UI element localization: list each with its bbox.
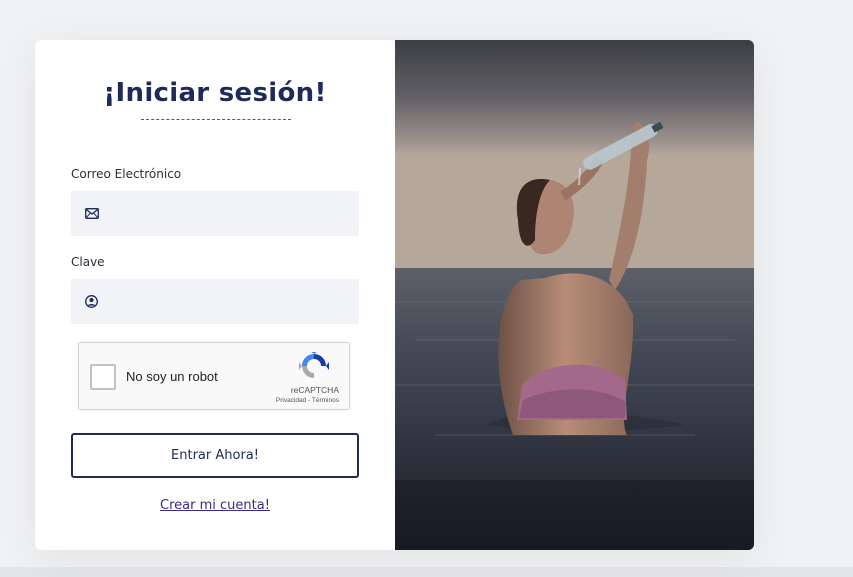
page-title: ¡Iniciar sesión! xyxy=(103,78,327,108)
password-label: Clave xyxy=(71,255,105,269)
recaptcha-widget: No soy un robot reCAPTCHA Privacidad - T… xyxy=(78,342,350,410)
envelope-icon xyxy=(85,208,99,219)
recaptcha-logo-icon xyxy=(298,351,330,386)
recaptcha-checkbox-label: No soy un robot xyxy=(126,369,218,384)
login-card: ¡Iniciar sesión! Correo Electrónico Clav… xyxy=(35,40,754,550)
login-form: ¡Iniciar sesión! Correo Electrónico Clav… xyxy=(35,40,395,550)
user-circle-icon xyxy=(85,295,98,308)
recaptcha-brand: reCAPTCHA xyxy=(290,385,339,395)
email-label: Correo Electrónico xyxy=(71,167,182,181)
submit-button[interactable]: Entrar Ahora! xyxy=(71,433,359,478)
hero-photo xyxy=(395,40,754,550)
title-divider xyxy=(141,119,291,120)
password-field[interactable] xyxy=(71,279,359,324)
page-bottom-strip xyxy=(0,567,853,577)
password-input[interactable] xyxy=(98,279,359,324)
create-account-link[interactable]: Crear mi cuenta! xyxy=(35,498,395,513)
recaptcha-links[interactable]: Privacidad - Términos xyxy=(276,397,339,404)
email-input[interactable] xyxy=(99,191,359,236)
email-field[interactable] xyxy=(71,191,359,236)
recaptcha-checkbox[interactable] xyxy=(90,364,116,390)
